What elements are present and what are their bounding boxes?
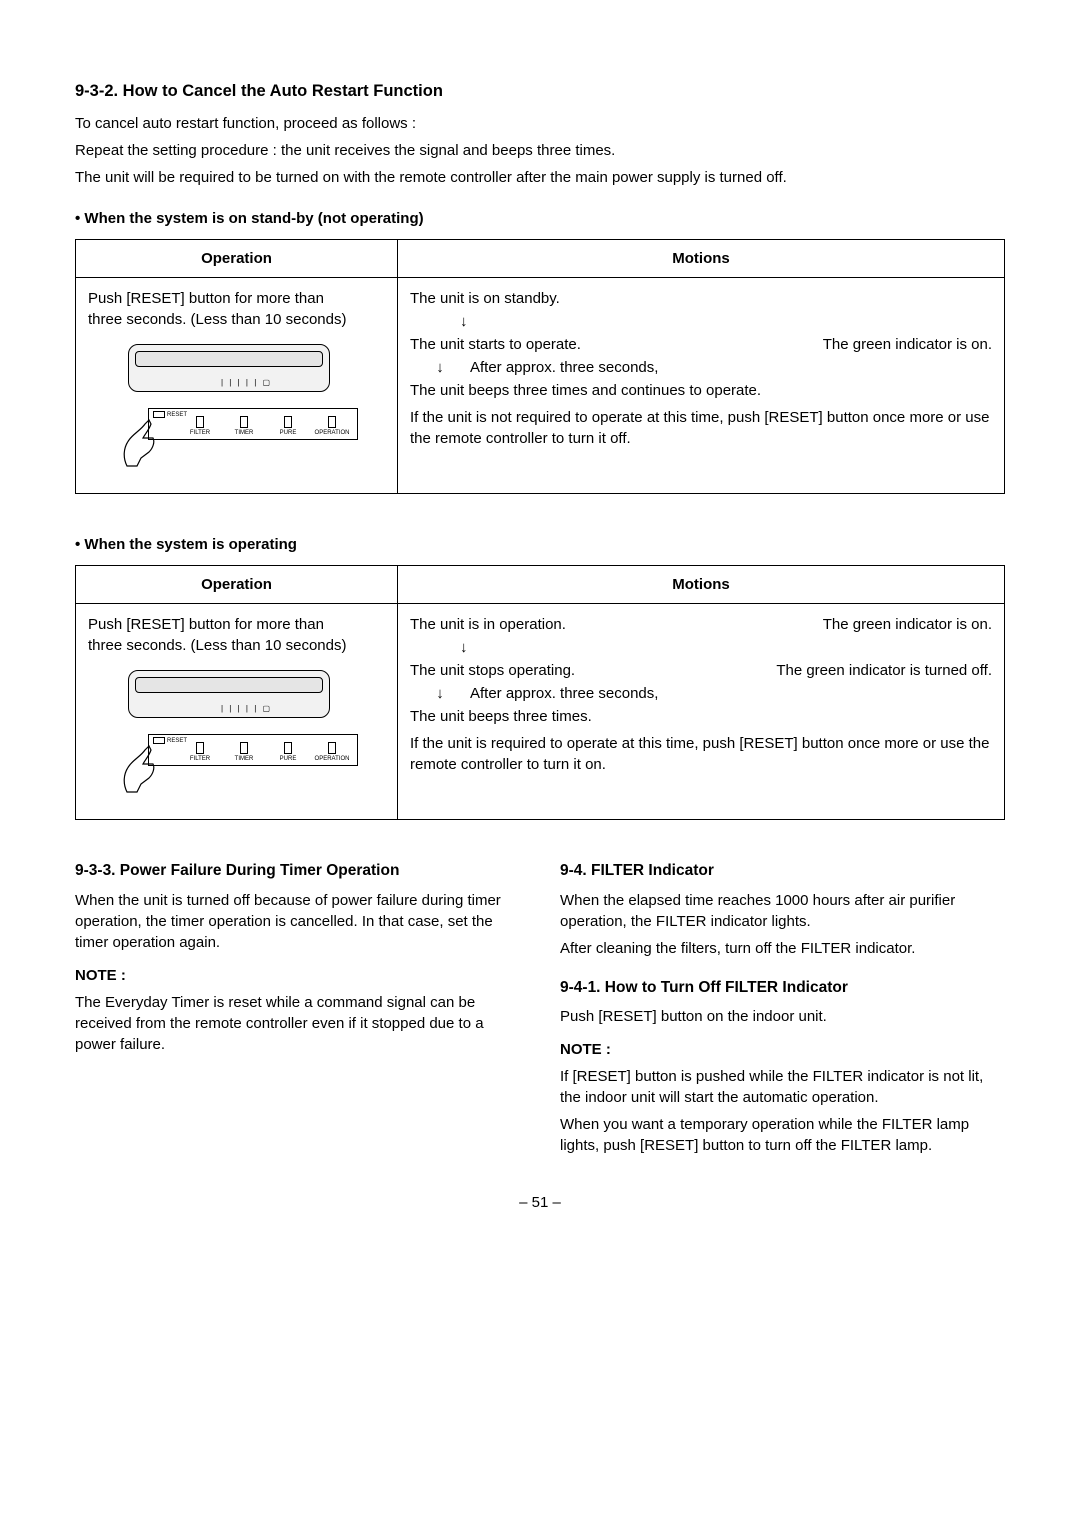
motion-line: The unit stops operating. [410,660,575,681]
para: When the unit is turned off because of p… [75,890,520,953]
indoor-unit-icon: | | | | | ▢ [128,344,330,392]
unit-diagram: | | | | | ▢ RESET FILTER TIMER PURE OPER… [88,670,385,809]
cell-operation: Push [RESET] button for more than three … [76,278,398,494]
note-label: NOTE : [75,965,520,986]
label: FILTER [190,755,210,763]
bullet-operating: When the system is operating [75,534,1005,555]
unit-diagram: | | | | | ▢ RESET FILTER TIMER PURE OPER… [88,344,385,483]
label: PURE [280,755,297,763]
op-line: Push [RESET] button for more than [88,288,385,309]
motion-line: The green indicator is turned off. [776,660,992,681]
label: OPERATION [315,429,350,437]
cell-motions: The unit is on standby. ↓ The unit start… [398,278,1005,494]
label: FILTER [190,429,210,437]
motion-line: If the unit is not required to operate a… [410,407,992,449]
label: TIMER [235,429,254,437]
cell-operation: Push [RESET] button for more than three … [76,604,398,820]
para: After cleaning the filters, turn off the… [560,938,1005,959]
th-motions: Motions [398,566,1005,604]
para: When you want a temporary operation whil… [560,1114,1005,1156]
motion-line: The unit is on standby. [410,288,992,309]
down-arrow-icon: ↓ [410,637,992,658]
front-panel-icon: RESET FILTER TIMER PURE OPERATION [148,734,358,766]
heading-9-4: 9-4. FILTER Indicator [560,860,1005,882]
heading-9-4-1: 9-4-1. How to Turn Off FILTER Indicator [560,977,1005,999]
motion-line: After approx. three seconds, [470,683,658,704]
para: When the elapsed time reaches 1000 hours… [560,890,1005,932]
para: Push [RESET] button on the indoor unit. [560,1006,1005,1027]
heading-9-3-3: 9-3-3. Power Failure During Timer Operat… [75,860,520,882]
reset-label: RESET [153,411,187,419]
op-line: three seconds. (Less than 10 seconds) [88,635,385,656]
right-column: 9-4. FILTER Indicator When the elapsed t… [560,860,1005,1162]
motion-line: The green indicator is on. [823,614,992,635]
heading-9-3-2: 9-3-2. How to Cancel the Auto Restart Fu… [75,80,1005,103]
motion-line: If the unit is required to operate at th… [410,733,992,775]
motion-line: The unit starts to operate. [410,334,581,355]
note-label: NOTE : [560,1039,1005,1060]
th-operation: Operation [76,240,398,278]
page-number: – 51 – [75,1192,1005,1213]
reset-label: RESET [153,737,187,745]
table-operating: Operation Motions Push [RESET] button fo… [75,565,1005,820]
label: TIMER [235,755,254,763]
label: PURE [280,429,297,437]
label: OPERATION [315,755,350,763]
motion-line: The unit is in operation. [410,614,566,635]
motion-line: The unit beeps three times. [410,706,992,727]
th-operation: Operation [76,566,398,604]
down-arrow-icon: ↓ [410,683,470,704]
op-line: Push [RESET] button for more than [88,614,385,635]
down-arrow-icon: ↓ [410,357,470,378]
indoor-unit-icon: | | | | | ▢ [128,670,330,718]
para: To cancel auto restart function, proceed… [75,113,1005,134]
th-motions: Motions [398,240,1005,278]
para: If [RESET] button is pushed while the FI… [560,1066,1005,1108]
motion-line: After approx. three seconds, [470,357,658,378]
motion-line: The green indicator is on. [823,334,992,355]
bullet-standby: When the system is on stand-by (not oper… [75,208,1005,229]
table-standby: Operation Motions Push [RESET] button fo… [75,239,1005,494]
left-column: 9-3-3. Power Failure During Timer Operat… [75,860,520,1162]
front-panel-icon: RESET FILTER TIMER PURE OPERATION [148,408,358,440]
op-line: three seconds. (Less than 10 seconds) [88,309,385,330]
down-arrow-icon: ↓ [410,311,992,332]
para: Repeat the setting procedure : the unit … [75,140,1005,161]
cell-motions: The unit is in operation. The green indi… [398,604,1005,820]
para: The Everyday Timer is reset while a comm… [75,992,520,1055]
motion-line: The unit beeps three times and continues… [410,380,992,401]
para: The unit will be required to be turned o… [75,167,1005,188]
